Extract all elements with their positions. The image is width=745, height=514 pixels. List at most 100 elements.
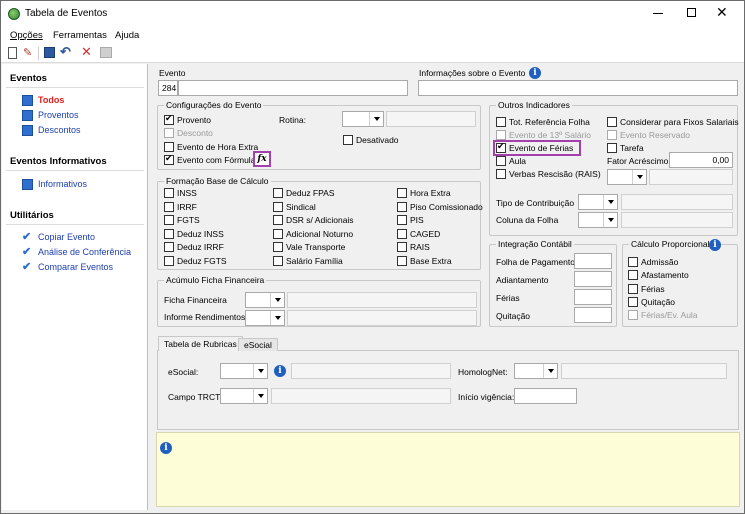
sidebar-item-descontos[interactable]: Descontos: [38, 125, 81, 135]
evento-code-field[interactable]: 284: [158, 80, 178, 96]
adiantamento-field[interactable]: [574, 271, 612, 287]
sidebar-item-informativos[interactable]: Informativos: [38, 179, 87, 189]
desconto-label: Desconto: [177, 128, 213, 138]
quitacao-prop-label: Quitação: [641, 297, 676, 307]
admissao-label: Admissão: [641, 257, 679, 267]
check-icon: ✔: [22, 246, 32, 258]
info-evento-field[interactable]: [418, 80, 738, 96]
ferias-prop-checkbox[interactable]: [628, 284, 638, 294]
menu-opcoes[interactable]: Opções: [10, 30, 43, 41]
sidebar-item-analise[interactable]: Análise de Conferência: [38, 247, 131, 257]
formacao-label: Piso Comissionado: [410, 202, 483, 212]
sidebar-item-comparar[interactable]: Comparar Eventos: [38, 262, 113, 272]
formacao-label: Deduz FGTS: [177, 256, 227, 266]
config-title: Configurações do Evento: [164, 100, 264, 110]
outros-title: Outros Indicadores: [496, 100, 572, 110]
admissao-checkbox[interactable]: [628, 257, 638, 267]
evento-name-field[interactable]: [178, 80, 408, 96]
formacao-label: DSR s/ Adicionais: [286, 215, 354, 225]
quitacao-field[interactable]: [574, 307, 612, 323]
fixos-checkbox[interactable]: [607, 117, 617, 127]
print-icon[interactable]: [100, 47, 112, 58]
formacao-label: Sindical: [286, 202, 316, 212]
rotina-desc-field: [386, 111, 476, 127]
info-icon[interactable]: i: [709, 239, 721, 251]
quitacao-label: Quitação: [496, 311, 531, 321]
formacao-checkbox[interactable]: [273, 242, 283, 252]
formula-checkbox[interactable]: [164, 153, 174, 165]
window-title: Tabela de Eventos: [25, 8, 108, 19]
tipo-combo[interactable]: [578, 194, 618, 210]
afastamento-label: Afastamento: [641, 270, 689, 280]
vigencia-field[interactable]: [514, 388, 577, 404]
undo-icon[interactable]: ↶: [60, 44, 71, 60]
formacao-checkbox[interactable]: [273, 188, 283, 198]
hora-extra-checkbox[interactable]: [164, 142, 174, 152]
acumulo-title: Acúmulo Ficha Financeira: [164, 275, 267, 285]
coluna-combo[interactable]: [578, 212, 618, 228]
info-icon[interactable]: i: [274, 365, 286, 377]
formacao-checkbox[interactable]: [273, 229, 283, 239]
app-icon: [8, 8, 20, 20]
formacao-checkbox[interactable]: [164, 229, 174, 239]
sidebar-item-todos[interactable]: Todos: [38, 95, 64, 105]
tab-esocial[interactable]: eSocial: [238, 338, 278, 351]
aula-checkbox[interactable]: [496, 156, 506, 166]
formacao-checkbox[interactable]: [397, 256, 407, 266]
info-icon[interactable]: i: [529, 67, 541, 79]
tot-ref-checkbox[interactable]: [496, 117, 506, 127]
menu-ajuda[interactable]: Ajuda: [115, 30, 139, 41]
trct-combo[interactable]: [220, 388, 268, 404]
formacao-checkbox[interactable]: [273, 202, 283, 212]
maximize-icon[interactable]: [687, 8, 696, 17]
formacao-checkbox[interactable]: [164, 215, 174, 225]
integracao-title: Integração Contábil: [496, 239, 574, 249]
provento-checkbox[interactable]: [164, 113, 174, 125]
esocial-combo[interactable]: [220, 363, 268, 379]
sidebar: Eventos Todos Proventos Descontos Evento…: [2, 64, 148, 510]
save-icon[interactable]: [44, 47, 55, 58]
folha-field[interactable]: [574, 253, 612, 269]
tab-rubricas[interactable]: Tabela de Rubricas: [158, 336, 243, 351]
main-window: Tabela de Eventos ✕ Opções Ferramentas A…: [0, 0, 745, 514]
ficha-combo[interactable]: [245, 292, 285, 308]
adiantamento-label: Adiantamento: [496, 275, 549, 285]
formacao-checkbox[interactable]: [397, 215, 407, 225]
formacao-checkbox[interactable]: [273, 256, 283, 266]
formacao-checkbox[interactable]: [164, 188, 174, 198]
formacao-checkbox[interactable]: [164, 256, 174, 266]
ferias-checkbox[interactable]: [496, 141, 506, 153]
sidebar-item-copiar[interactable]: Copiar Evento: [38, 232, 95, 242]
homolognet-combo[interactable]: [514, 363, 558, 379]
minimize-icon[interactable]: [653, 13, 663, 14]
desativado-checkbox[interactable]: [343, 135, 353, 145]
sidebar-item-proventos[interactable]: Proventos: [38, 110, 79, 120]
ferias-contabil-field[interactable]: [574, 289, 612, 305]
informe-combo[interactable]: [245, 310, 285, 326]
formacao-checkbox[interactable]: [397, 242, 407, 252]
close-icon[interactable]: ✕: [716, 4, 728, 21]
formacao-label: Deduz IRRF: [177, 242, 224, 252]
formacao-checkbox[interactable]: [397, 202, 407, 212]
fixos-label: Considerar para Fixos Salariais: [620, 117, 739, 127]
quitacao-prop-checkbox[interactable]: [628, 297, 638, 307]
fator-field[interactable]: 0,00: [669, 152, 733, 168]
function-icon[interactable]: fx: [253, 151, 271, 167]
edit-icon[interactable]: ✎: [23, 46, 32, 59]
formacao-label: RAIS: [410, 242, 430, 252]
verbas-checkbox[interactable]: [496, 169, 506, 179]
tarefa-checkbox[interactable]: [607, 143, 617, 153]
afastamento-checkbox[interactable]: [628, 270, 638, 280]
verbas-combo[interactable]: [607, 169, 647, 185]
menu-ferramentas[interactable]: Ferramentas: [53, 30, 107, 41]
rotina-combo[interactable]: [342, 111, 384, 127]
formacao-checkbox[interactable]: [397, 229, 407, 239]
formacao-checkbox[interactable]: [273, 215, 283, 225]
folha-label: Folha de Pagamento: [496, 257, 575, 267]
formacao-checkbox[interactable]: [397, 188, 407, 198]
new-icon[interactable]: [8, 47, 17, 59]
delete-icon[interactable]: ✕: [81, 44, 92, 60]
formacao-checkbox[interactable]: [164, 242, 174, 252]
coluna-desc-field: [621, 212, 733, 228]
formacao-checkbox[interactable]: [164, 202, 174, 212]
